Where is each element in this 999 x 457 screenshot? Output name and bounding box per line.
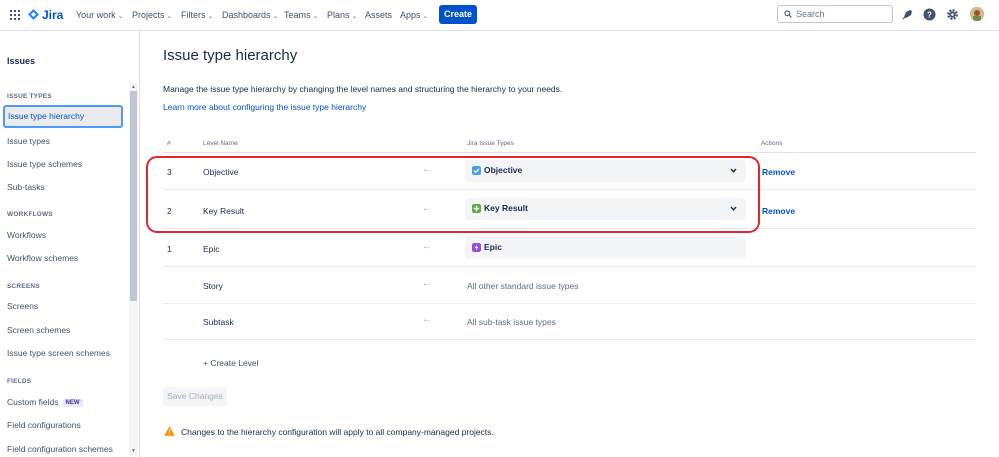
sidebar-item-workflows[interactable]: Workflows (7, 230, 46, 240)
arrow-left-icon: ← (422, 278, 432, 289)
sidebar-item-issue-type-screen-schemes[interactable]: Issue type screen schemes (7, 348, 110, 358)
row-number: 1 (167, 244, 172, 254)
scrollbar-thumb[interactable] (130, 91, 137, 301)
arrow-left-icon: ← (422, 314, 432, 325)
level-name: Story (203, 281, 223, 291)
issue-type-select[interactable]: Epic (465, 237, 746, 259)
section-workflows: WORKFLOWS (7, 211, 53, 218)
chevron-down-icon: ⌄ (422, 13, 429, 20)
sidebar-item-workflow-schemes[interactable]: Workflow schemes (7, 253, 78, 263)
issue-type-text: All sub-task issue types (467, 317, 556, 327)
save-changes-button[interactable]: Save Changes (163, 387, 227, 406)
section-issue-types: ISSUE TYPES (7, 93, 52, 100)
chevron-down-icon: ⌄ (117, 13, 124, 20)
top-navigation: Jira Your work ⌄ Projects ⌄ Filters ⌄ Dashb… (0, 0, 999, 31)
chevron-down-icon: ⌄ (272, 13, 279, 20)
settings-gear-icon[interactable] (946, 8, 959, 21)
chevron-down-icon: ⌄ (312, 13, 319, 20)
scroll-up-icon[interactable]: ▲ (131, 84, 136, 90)
sidebar-item-issue-types[interactable]: Issue types (7, 136, 50, 146)
search-input[interactable]: Search (777, 5, 893, 23)
search-icon (784, 10, 792, 18)
level-name: Subtask (203, 317, 234, 327)
sidebar: Issues ISSUE TYPES Issue type hierarchy … (0, 31, 140, 457)
sidebar-item-field-configurations[interactable]: Field configurations (7, 420, 81, 430)
sidebar-item-screens[interactable]: Screens (7, 301, 38, 311)
chevron-down-icon: ⌄ (207, 13, 214, 20)
sidebar-item-screen-schemes[interactable]: Screen schemes (7, 325, 70, 335)
nav-dashboards[interactable]: Dashboards ⌄ (222, 10, 278, 20)
row-divider (163, 266, 976, 267)
create-button[interactable]: Create (439, 5, 477, 24)
notifications-icon[interactable] (901, 8, 914, 21)
select-value: Epic (484, 242, 502, 252)
row-divider (163, 339, 976, 340)
nav-apps[interactable]: Apps ⌄ (400, 10, 428, 20)
nav-plans[interactable]: Plans ⌄ (327, 10, 357, 20)
sidebar-scrollbar[interactable]: ▲ ▼ (129, 83, 138, 455)
remove-button[interactable]: Remove (762, 206, 795, 216)
column-header-actions: Actions (761, 140, 783, 147)
issue-type-text: All other standard issue types (467, 281, 579, 291)
sidebar-title: Issues (7, 56, 36, 66)
avatar-image (970, 7, 984, 21)
sidebar-item-issue-type-hierarchy[interactable]: Issue type hierarchy (3, 105, 123, 128)
logo-text: Jira (42, 8, 64, 22)
app-switcher-icon[interactable] (10, 10, 20, 20)
nav-teams[interactable]: Teams ⌄ (284, 10, 318, 20)
learn-more-link[interactable]: Learn more about configuring the issue t… (163, 102, 366, 112)
nav-projects[interactable]: Projects ⌄ (132, 10, 172, 20)
nav-assets[interactable]: Assets (365, 10, 392, 20)
section-screens: SCREENS (7, 283, 40, 290)
remove-button[interactable]: Remove (762, 167, 795, 177)
column-header-num: # (167, 140, 171, 147)
arrow-left-icon: ← (422, 241, 432, 252)
header-divider (163, 152, 976, 153)
jira-logo[interactable]: Jira (28, 8, 63, 22)
scroll-down-icon[interactable]: ▼ (131, 448, 136, 454)
section-fields: FIELDS (7, 378, 32, 385)
warning-icon (164, 426, 175, 436)
epic-issue-type-icon (472, 243, 481, 252)
sidebar-item-issue-type-schemes[interactable]: Issue type schemes (7, 159, 82, 169)
chevron-down-icon: ⌄ (351, 13, 358, 20)
user-avatar[interactable] (970, 7, 984, 21)
jira-logo-icon (28, 8, 39, 20)
row-divider (163, 303, 976, 304)
page-description: Manage the issue type hierarchy by chang… (163, 84, 563, 94)
nav-your-work[interactable]: Your work ⌄ (76, 10, 124, 20)
page-title: Issue type hierarchy (163, 47, 298, 64)
sidebar-item-custom-fields[interactable]: Custom fields NEW (7, 397, 83, 407)
column-header-issue-types: Jira Issue Types (467, 140, 514, 147)
level-name[interactable]: Epic (203, 244, 220, 254)
sidebar-item-sub-tasks[interactable]: Sub-tasks (7, 182, 45, 192)
search-placeholder: Search (796, 9, 825, 19)
new-badge: NEW (62, 399, 83, 407)
warning-message: Changes to the hierarchy configuration w… (181, 427, 494, 437)
column-header-level-name: Level Name (203, 140, 238, 147)
sidebar-item-field-configuration-schemes[interactable]: Field configuration schemes (7, 444, 113, 454)
nav-filters[interactable]: Filters ⌄ (181, 10, 213, 20)
chevron-down-icon: ⌄ (166, 13, 173, 20)
help-icon[interactable]: ? (923, 8, 936, 21)
svg-text:?: ? (927, 10, 932, 19)
highlight-annotation (146, 156, 760, 233)
create-level-button[interactable]: + Create Level (203, 358, 259, 368)
